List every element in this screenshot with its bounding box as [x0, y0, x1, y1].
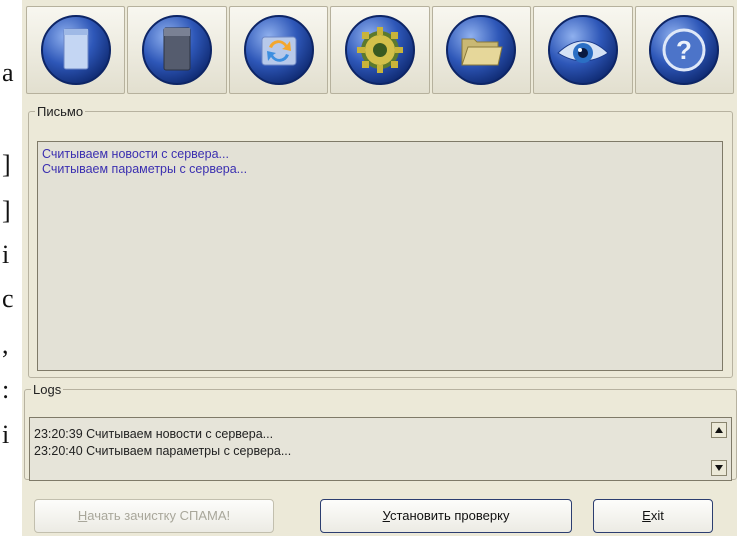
svg-text:?: ? — [676, 35, 692, 65]
letter-group-title: Письмо — [37, 104, 84, 119]
new-letter-button[interactable] — [26, 6, 126, 94]
message-line: Считываем новости с сервера... — [42, 147, 229, 161]
logs-group-title: Logs — [33, 382, 62, 397]
doc-char: ] — [2, 150, 11, 179]
doc-char: , — [2, 330, 9, 359]
blank-page-icon — [40, 15, 111, 85]
start-button-label: ачать зачистку СПАМА! — [87, 508, 231, 523]
doc-char: і — [2, 240, 10, 269]
gear-icon — [344, 15, 415, 85]
toolbar: ? — [26, 6, 734, 96]
help-button[interactable]: ? — [634, 6, 734, 94]
doc-char: а — [2, 58, 14, 87]
view-button[interactable] — [533, 6, 633, 94]
exit-button-hotkey: E — [642, 508, 651, 523]
document-text-strip: а ] ] і с , : і — [0, 0, 22, 536]
message-line: Считываем параметры с сервера... — [42, 162, 248, 176]
letter-group: Письмо Считываем новости с сервера... Сч… — [28, 104, 733, 378]
scroll-up-button[interactable] — [711, 422, 727, 438]
logs-group: Logs 23:20:39 Считываем новости с сервер… — [24, 382, 737, 481]
help-icon: ? — [649, 15, 720, 85]
exit-button-label: xit — [650, 508, 664, 523]
install-button-hotkey: У — [382, 508, 390, 523]
doc-char: і — [2, 420, 10, 449]
open-letter-button[interactable] — [127, 6, 227, 94]
dark-page-icon — [142, 15, 213, 85]
arrow-down-icon — [715, 465, 723, 471]
doc-char: ] — [2, 196, 11, 225]
logs-scrollbar[interactable] — [711, 422, 727, 476]
install-button-label: становить проверку — [389, 508, 510, 523]
open-folder-button[interactable] — [431, 6, 532, 94]
logs-list[interactable]: 23:20:39 Считываем новости с сервера... … — [29, 417, 732, 481]
folder-icon — [446, 15, 517, 85]
eye-icon — [547, 15, 618, 85]
start-cleanup-button[interactable]: Начать зачистку СПАМА! — [34, 499, 274, 533]
application-window: ? Письмо Считываем новости с сервера... … — [22, 0, 737, 536]
settings-button[interactable] — [330, 6, 430, 94]
scroll-down-button[interactable] — [711, 460, 727, 476]
log-line: 23:20:39 Считываем новости с сервера... — [34, 427, 274, 441]
doc-char: с — [2, 284, 14, 313]
arrow-up-icon — [715, 427, 723, 433]
doc-char: : — [2, 375, 10, 404]
install-check-button[interactable]: Установить проверку — [320, 499, 572, 533]
exit-button[interactable]: Exit — [593, 499, 713, 533]
start-button-hotkey: Н — [77, 508, 88, 523]
refresh-button[interactable] — [228, 6, 329, 94]
letter-messages-area[interactable]: Считываем новости с сервера... Считываем… — [37, 141, 723, 371]
refresh-arrows-icon — [243, 15, 314, 85]
log-line: 23:20:40 Считываем параметры с сервера..… — [34, 444, 292, 458]
